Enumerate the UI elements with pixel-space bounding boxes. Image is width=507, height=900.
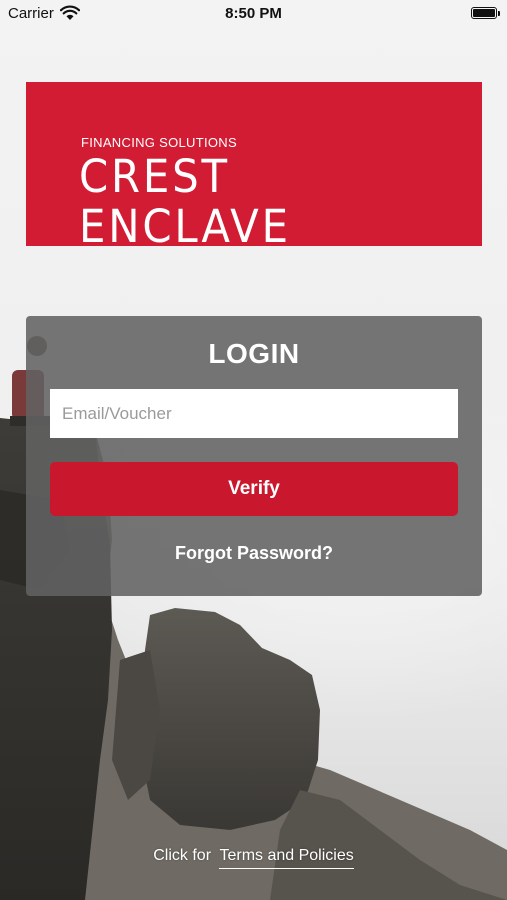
- login-card: LOGIN Verify Forgot Password?: [26, 316, 482, 596]
- terms-row: Click for Terms and Policies: [0, 847, 507, 869]
- status-bar: Carrier 8:50 PM: [0, 0, 507, 28]
- verify-button[interactable]: Verify: [50, 462, 458, 516]
- terms-prefix: Click for: [153, 847, 212, 864]
- clock: 8:50 PM: [225, 5, 282, 22]
- brand-name: CREST ENCLAVE: [79, 150, 291, 253]
- terms-and-policies-link[interactable]: Terms and Policies: [219, 847, 354, 869]
- forgot-password-link[interactable]: Forgot Password?: [26, 543, 482, 564]
- brand-tagline: FINANCING SOLUTIONS: [81, 135, 237, 150]
- battery-icon: [471, 7, 500, 19]
- login-title: LOGIN: [208, 338, 300, 369]
- email-field[interactable]: [50, 389, 458, 438]
- brand-banner: FINANCING SOLUTIONS CREST ENCLAVE: [26, 82, 482, 252]
